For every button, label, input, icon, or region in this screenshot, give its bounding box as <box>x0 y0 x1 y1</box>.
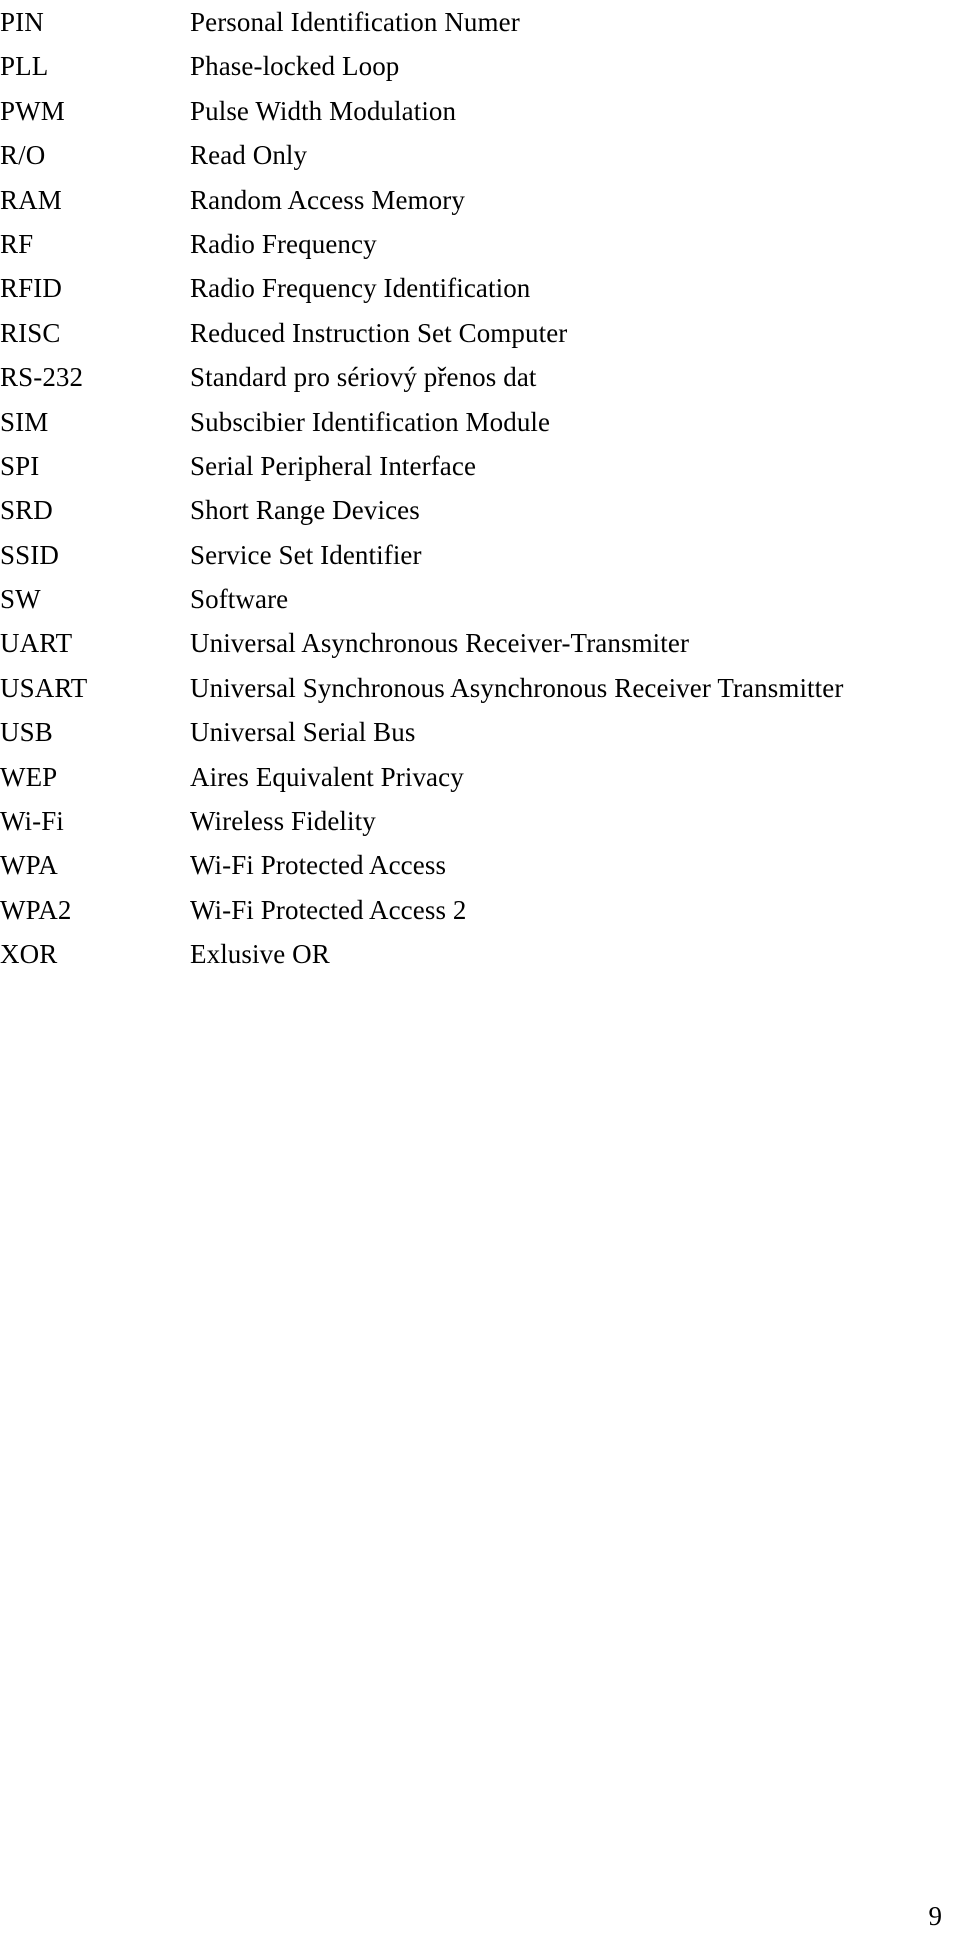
abbreviation-definition: Subscibier Identification Module <box>190 406 551 437</box>
glossary-row: PIN Personal Identification Numer <box>0 0 960 44</box>
glossary-row: USB Universal Serial Bus <box>0 710 960 754</box>
glossary-row: SSID Service Set Identifier <box>0 533 960 577</box>
abbreviation-term: Wi-Fi <box>0 806 64 837</box>
abbreviation-definition: Radio Frequency Identification <box>190 273 531 304</box>
abbreviation-term: SRD <box>0 495 53 526</box>
abbreviations-list: PIN Personal Identification Numer PLL Phase… <box>0 0 960 977</box>
abbreviation-term: WEP <box>0 761 58 792</box>
glossary-row: SIM Subscibier Identification Module <box>0 400 960 444</box>
document-page: PIN Personal Identification Numer PLL Phase… <box>0 0 960 1946</box>
abbreviation-definition: Software <box>190 584 289 615</box>
abbreviation-definition: Personal Identification Numer <box>190 7 520 37</box>
abbreviation-term: SIM <box>0 406 49 437</box>
abbreviation-term: WPA <box>0 850 58 881</box>
abbreviation-term: USB <box>0 717 53 748</box>
abbreviation-term: WPA2 <box>0 894 72 925</box>
glossary-row: PLL Phase-locked Loop <box>0 44 960 88</box>
abbreviation-definition: Service Set Identifier <box>190 539 422 570</box>
abbreviation-definition: Universal Asynchronous Receiver-Transmit… <box>190 628 690 659</box>
abbreviation-term: SSID <box>0 539 59 570</box>
glossary-row: WPA2 Wi-Fi Protected Access 2 <box>0 888 960 932</box>
glossary-row: PWM Pulse Width Modulation <box>0 89 960 133</box>
glossary-row: RAM Random Access Memory <box>0 178 960 222</box>
abbreviation-definition: Read Only <box>190 140 308 171</box>
abbreviation-definition: Wireless Fidelity <box>190 806 376 837</box>
abbreviation-term: RF <box>0 228 34 259</box>
abbreviation-definition: Reduced Instruction Set Computer <box>190 317 568 348</box>
abbreviation-term: SPI <box>0 450 40 481</box>
abbreviation-definition: Short Range Devices <box>190 495 420 526</box>
abbreviation-term: R/O <box>0 140 46 171</box>
abbreviation-definition: Universal Serial Bus <box>190 717 416 748</box>
abbreviation-definition: Radio Frequency <box>190 228 377 259</box>
glossary-row: RISC Reduced Instruction Set Computer <box>0 311 960 355</box>
glossary-row: WPA Wi-Fi Protected Access <box>0 843 960 887</box>
abbreviation-definition: Exlusive OR <box>190 939 330 970</box>
glossary-row: Wi-Fi Wireless Fidelity <box>0 799 960 843</box>
glossary-row: WEP Aires Equivalent Privacy <box>0 755 960 799</box>
abbreviation-definition: Universal Synchronous Asynchronous Recei… <box>190 672 844 703</box>
abbreviation-definition: Serial Peripheral Interface <box>190 450 477 481</box>
glossary-row: SRD Short Range Devices <box>0 488 960 532</box>
glossary-row: SPI Serial Peripheral Interface <box>0 444 960 488</box>
abbreviation-term: XOR <box>0 939 58 970</box>
glossary-row: USART Universal Synchronous Asynchronous … <box>0 666 960 710</box>
abbreviation-definition: Random Access Memory <box>190 184 465 215</box>
abbreviation-definition: Wi-Fi Protected Access 2 <box>190 894 467 925</box>
glossary-row: RS-232 Standard pro sériový přenos dat <box>0 355 960 399</box>
abbreviation-definition: Aires Equivalent Privacy <box>190 761 464 792</box>
page-number: 9 <box>928 1901 943 1931</box>
abbreviation-term: PIN <box>0 7 44 37</box>
abbreviation-term: RAM <box>0 184 62 215</box>
abbreviation-term: PWM <box>0 95 65 126</box>
abbreviation-definition: Pulse Width Modulation <box>190 95 457 126</box>
glossary-row: RF Radio Frequency <box>0 222 960 266</box>
glossary-row: UART Universal Asynchronous Receiver-Tran… <box>0 621 960 665</box>
glossary-row: R/O Read Only <box>0 133 960 177</box>
abbreviation-definition: Phase-locked Loop <box>190 51 400 82</box>
abbreviation-term: RFID <box>0 273 62 304</box>
abbreviation-term: RS-232 <box>0 362 84 393</box>
abbreviation-term: PLL <box>0 51 49 82</box>
glossary-row: RFID Radio Frequency Identification <box>0 266 960 310</box>
abbreviation-term: RISC <box>0 317 61 348</box>
glossary-row: SW Software <box>0 577 960 621</box>
abbreviation-term: UART <box>0 628 73 659</box>
abbreviation-definition: Standard pro sériový přenos dat <box>190 362 537 393</box>
abbreviation-definition: Wi-Fi Protected Access <box>190 850 447 881</box>
abbreviation-term: USART <box>0 672 88 703</box>
abbreviation-term: SW <box>0 584 41 615</box>
glossary-row: XOR Exlusive OR <box>0 932 960 976</box>
